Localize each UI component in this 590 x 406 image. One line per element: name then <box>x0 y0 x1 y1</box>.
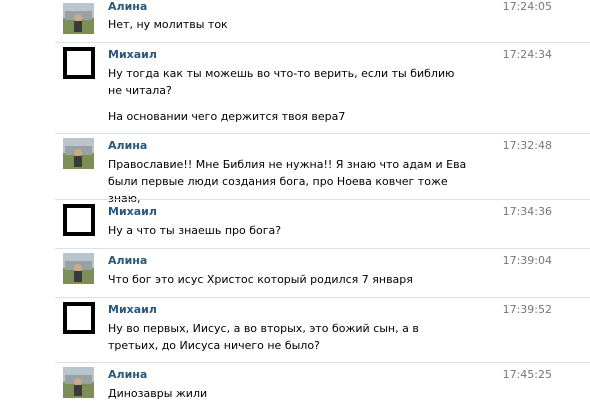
message-author[interactable]: Михаил <box>108 205 157 218</box>
message-divider <box>55 248 590 249</box>
user-avatar-empty[interactable] <box>63 47 95 79</box>
message-text: Ну а что ты знаешь про бога? <box>108 224 282 237</box>
message-author[interactable]: Алина <box>108 139 147 152</box>
user-avatar-photo[interactable] <box>63 367 94 398</box>
user-avatar-photo[interactable] <box>63 253 94 284</box>
message-time: 17:39:04 <box>502 254 552 267</box>
message-divider <box>55 199 590 200</box>
user-avatar-empty[interactable] <box>63 204 95 236</box>
message-divider <box>55 297 590 298</box>
message-text: Динозавры жили <box>108 387 208 400</box>
message-time: 17:39:52 <box>502 303 552 316</box>
message-time: 17:45:25 <box>502 368 552 381</box>
message-text: Ну тогда как ты можешь во что-то верить,… <box>108 67 455 97</box>
message-time: 17:24:34 <box>502 48 552 61</box>
message-divider <box>55 133 590 134</box>
message-time: 17:34:36 <box>502 205 552 218</box>
message-text: Что бог это исус Христос который родился… <box>108 273 413 286</box>
message-divider <box>55 362 590 363</box>
message-time: 17:32:48 <box>502 139 552 152</box>
message-time: 17:24:05 <box>502 0 552 13</box>
message-text: Ну во первых, Иисус, а во вторых, это бо… <box>108 322 419 352</box>
message-text: На основании чего держится твоя вера7 <box>108 110 346 123</box>
user-avatar-empty[interactable] <box>63 302 95 334</box>
user-avatar-photo[interactable] <box>63 138 94 169</box>
message-author[interactable]: Михаил <box>108 48 157 61</box>
message-author[interactable]: Алина <box>108 254 147 267</box>
user-avatar-photo[interactable] <box>63 3 94 34</box>
message-author[interactable]: Алина <box>108 0 147 13</box>
message-author[interactable]: Михаил <box>108 303 157 316</box>
message-divider <box>55 42 590 43</box>
message-author[interactable]: Алина <box>108 368 147 381</box>
message-text: Нет, ну молитвы ток <box>108 18 228 31</box>
chat-history: Алина 17:24:05 Нет, ну молитвы ток Михаи… <box>0 0 590 406</box>
